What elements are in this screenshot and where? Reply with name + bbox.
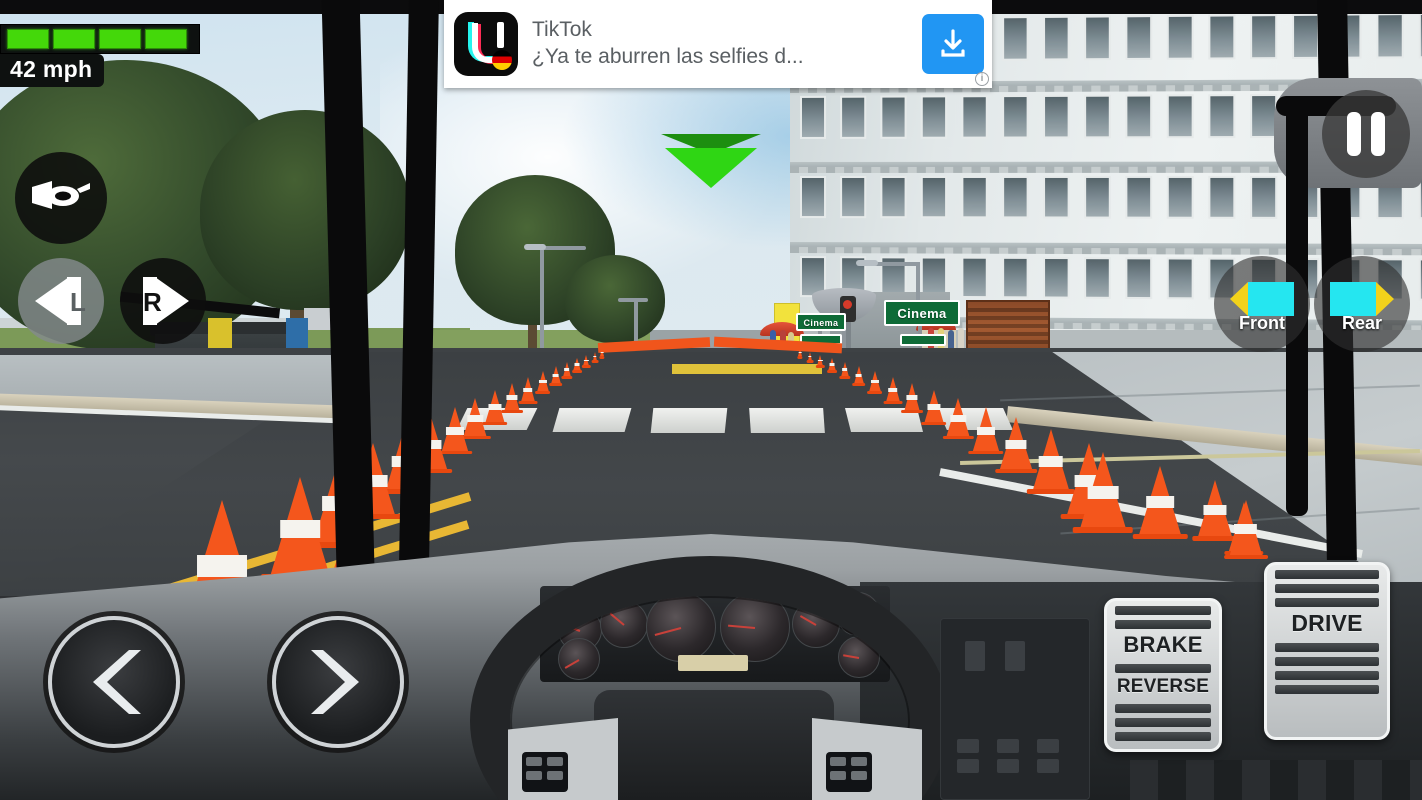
indicator-right-button[interactable]: R (120, 258, 206, 344)
speed-bar-segment (7, 29, 49, 49)
horn-icon (32, 181, 90, 209)
steer-left-button[interactable] (48, 616, 180, 748)
download-icon (941, 29, 965, 57)
drive-label: DRIVE (1291, 610, 1363, 636)
camera-front-label: Front (1239, 313, 1285, 333)
brake-pedal-button[interactable]: BRAKE REVERSE (1104, 598, 1222, 752)
ad-banner[interactable]: TikTok ¿Ya te aburren las selfies d... i (444, 0, 992, 88)
speedometer-hud: 42 mph (0, 24, 200, 87)
arrow-right-icon: R (143, 277, 189, 325)
camera-front-button[interactable]: Front (1214, 256, 1310, 352)
german-flag-badge (492, 50, 512, 70)
camera-rear-label: Rear (1341, 313, 1383, 333)
steer-right-button[interactable] (272, 616, 404, 748)
svg-text:L: L (70, 287, 86, 317)
speed-bar-segment (99, 29, 141, 49)
game-screen: Cinema Cinema 42 mph L R Front Rear BRAK… (0, 0, 1422, 800)
reverse-label: REVERSE (1116, 676, 1210, 697)
speed-bar-gauge (0, 24, 200, 54)
speed-bar-segment (53, 29, 95, 49)
camera-icon (1214, 282, 1310, 316)
horn-button[interactable] (15, 152, 107, 244)
ad-app-name: TikTok (532, 18, 592, 42)
speed-value: 42 mph (0, 54, 105, 87)
camera-rear-button[interactable]: Rear (1314, 256, 1410, 352)
speed-bar-segment (145, 29, 187, 49)
chevron-left-icon (93, 650, 141, 714)
ad-tagline: ¿Ya te aburren las selfies d... (532, 45, 804, 69)
arrow-left-icon: L (35, 277, 86, 325)
tiktok-logo-icon (454, 12, 518, 76)
ad-download-button[interactable] (922, 14, 984, 74)
ad-text-block: TikTok ¿Ya te aburren las selfies d... (532, 17, 908, 71)
hud-overlay: 42 mph L R Front Rear BRAKE REVERSE DRIV… (0, 0, 1422, 800)
brake-label: BRAKE (1123, 632, 1203, 657)
chevron-right-icon (311, 650, 359, 714)
drive-pedal-button[interactable]: DRIVE (1264, 562, 1390, 740)
camera-icon (1314, 282, 1410, 316)
svg-text:R: R (143, 287, 162, 317)
ad-info-badge[interactable]: i (975, 72, 989, 86)
pause-icon (1347, 112, 1385, 156)
pause-button[interactable] (1322, 90, 1410, 178)
indicator-left-button[interactable]: L (18, 258, 104, 344)
